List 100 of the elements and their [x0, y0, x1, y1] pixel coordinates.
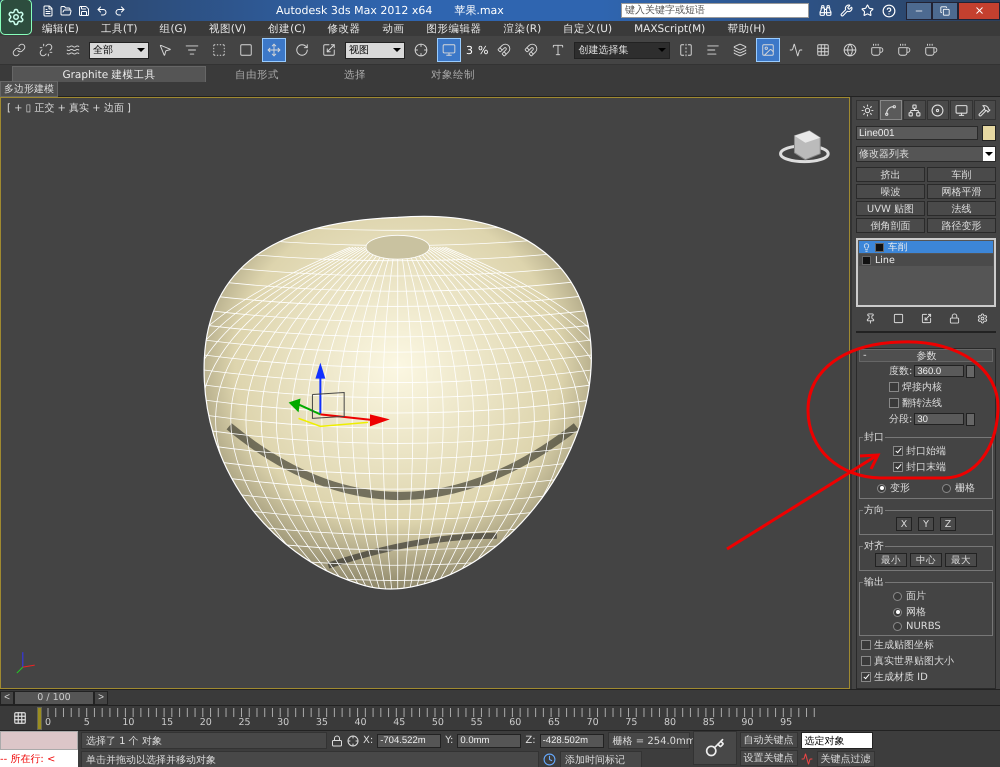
binoculars-icon[interactable] — [819, 4, 832, 17]
magnet-icon[interactable] — [497, 43, 512, 57]
menu-item[interactable]: 图形编辑器 — [426, 22, 482, 36]
menu-item[interactable]: 渲染(R) — [504, 22, 542, 36]
pin-icon[interactable] — [864, 312, 876, 324]
menu-item[interactable]: 动画 — [382, 22, 405, 36]
menu-item[interactable]: 帮助(H) — [727, 22, 766, 36]
set-key-button[interactable]: 设置关键点 — [740, 750, 798, 766]
ribbon-panel-label[interactable]: 多边形建模 — [0, 81, 58, 97]
window-crossing-icon[interactable] — [239, 43, 253, 57]
radio-button[interactable] — [942, 484, 951, 492]
redo-icon[interactable] — [114, 4, 126, 16]
mirror-icon[interactable] — [679, 43, 694, 57]
lock-icon[interactable] — [948, 312, 960, 324]
open-file-icon[interactable] — [60, 4, 72, 16]
snap-toggle[interactable]: 3 — [466, 44, 473, 56]
radio-button[interactable] — [893, 608, 902, 616]
lock-icon[interactable] — [331, 734, 343, 746]
menu-item[interactable]: 组(G) — [159, 22, 187, 36]
checkbox[interactable] — [861, 640, 871, 650]
previous-frame-button[interactable]: < — [0, 690, 14, 704]
modifier-list-dropdown[interactable]: 修改器列表 — [856, 146, 996, 162]
radio-button[interactable] — [893, 592, 902, 600]
display-tab[interactable] — [950, 100, 972, 120]
named-selection-dropdown[interactable]: 创建选择集 — [574, 42, 670, 58]
time-slider-thumb[interactable]: 0 / 100 — [14, 690, 94, 704]
star-icon[interactable] — [861, 4, 874, 17]
modifier-button[interactable]: 倒角剖面 — [856, 218, 925, 233]
link-icon[interactable] — [12, 43, 26, 57]
scale-icon[interactable] — [920, 312, 932, 324]
utilities-tab[interactable] — [974, 100, 996, 120]
layers-icon[interactable] — [733, 43, 748, 57]
wave-icon[interactable] — [66, 43, 80, 57]
degrees-field[interactable]: 360.0 — [914, 365, 964, 377]
viewcube-drawing[interactable] — [779, 130, 830, 164]
undo-icon[interactable] — [96, 4, 108, 16]
modifier-button[interactable]: 挤出 — [856, 167, 925, 182]
modifier-button[interactable]: 噪波 — [856, 184, 925, 199]
search-field[interactable]: 键入关键字或短语 — [621, 3, 809, 18]
align-button[interactable]: 最大 — [945, 553, 977, 567]
auto-key-button[interactable]: 自动关键点 — [740, 732, 798, 748]
align-icon[interactable] — [706, 43, 720, 57]
modifier-button[interactable]: 网格平滑 — [927, 184, 996, 199]
key-filters-button[interactable]: 关键点过滤 — [816, 751, 875, 767]
menu-item[interactable]: 视图(V) — [208, 22, 246, 36]
checkbox[interactable] — [893, 446, 903, 456]
square-icon[interactable] — [892, 312, 904, 324]
magnet-icon[interactable] — [524, 43, 538, 57]
x-coordinate-field[interactable]: -704.522m — [377, 734, 442, 748]
curve-icon[interactable] — [800, 753, 813, 765]
key-mode-dropdown[interactable]: 选定对象 — [800, 732, 873, 749]
next-frame-button[interactable]: > — [94, 690, 108, 704]
modify-tab[interactable] — [880, 100, 902, 120]
percent-snap-toggle[interactable]: % — [478, 44, 488, 56]
radio-button[interactable] — [877, 484, 886, 492]
stack-item[interactable]: Line — [859, 254, 993, 266]
selection-filter-dropdown[interactable]: 全部 — [89, 42, 149, 58]
axis-button[interactable]: X — [896, 517, 912, 531]
ribbon-tab[interactable]: 对象绘制 — [406, 66, 500, 82]
wrench-icon[interactable] — [840, 4, 853, 17]
app-menu-button[interactable] — [0, 0, 32, 35]
unlink-icon[interactable] — [39, 43, 53, 57]
ribbon-tab[interactable]: Graphite 建模工具 — [12, 66, 206, 82]
scale-icon[interactable] — [322, 43, 336, 57]
grid-icon[interactable] — [816, 43, 830, 57]
radio-button[interactable] — [893, 622, 902, 631]
y-coordinate-field[interactable]: 0.0mm — [457, 734, 522, 748]
hierarchy-tab[interactable] — [903, 100, 926, 120]
new-file-icon[interactable] — [42, 4, 54, 16]
checkbox[interactable] — [861, 672, 871, 682]
axis-button[interactable]: Z — [940, 517, 956, 531]
ribbon-tab[interactable]: 选择 — [308, 66, 402, 82]
checkbox[interactable] — [889, 398, 899, 408]
menu-item[interactable]: MAXScript(M) — [634, 22, 706, 34]
menu-item[interactable]: 创建(C) — [268, 22, 306, 36]
checkbox[interactable] — [861, 656, 871, 666]
select-icon[interactable] — [158, 43, 172, 57]
collapse-toggle[interactable]: - — [860, 350, 873, 361]
z-coordinate-field[interactable]: -428.502m — [540, 734, 604, 748]
checkbox[interactable] — [889, 382, 899, 392]
help-icon[interactable] — [882, 4, 896, 18]
crosshair-icon[interactable] — [347, 734, 359, 746]
spinner-arrows[interactable] — [966, 364, 976, 378]
menu-item[interactable]: 编辑(E) — [42, 22, 79, 36]
align-button[interactable]: 最小 — [875, 553, 907, 567]
pivot-icon[interactable] — [414, 43, 428, 57]
current-frame-marker[interactable] — [37, 707, 42, 730]
rotate-icon[interactable] — [295, 43, 309, 57]
maxscript-listener-field[interactable] — [0, 731, 78, 750]
modifier-button[interactable]: 车削 — [927, 167, 996, 182]
add-time-tag-field[interactable]: 添加时间标记 — [560, 751, 642, 767]
axis-button[interactable]: Y — [918, 517, 934, 531]
text-icon[interactable] — [551, 43, 566, 57]
move-button[interactable] — [262, 38, 286, 62]
monitor-button[interactable] — [437, 38, 461, 62]
spinner-arrows[interactable] — [966, 412, 976, 426]
menu-item[interactable]: 自定义(U) — [563, 22, 612, 36]
track-bar-icon[interactable] — [13, 711, 27, 725]
rollout-header[interactable]: - 参数 — [859, 349, 993, 362]
menu-item[interactable]: 工具(T) — [100, 22, 138, 36]
